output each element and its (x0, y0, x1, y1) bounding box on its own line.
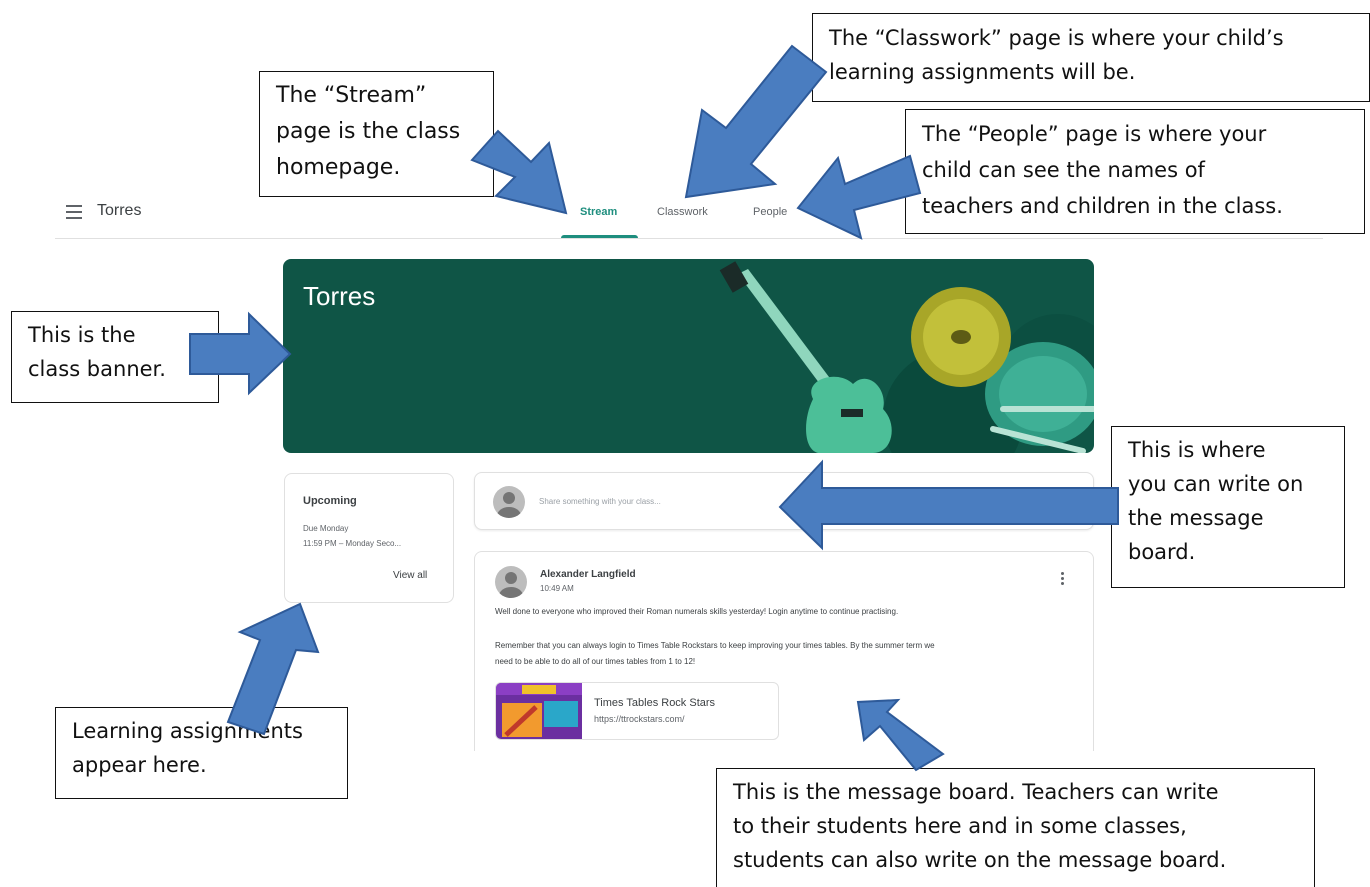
music-illustration (719, 261, 1094, 453)
tab-people[interactable]: People (753, 206, 787, 218)
banner-title: Torres (303, 281, 376, 311)
attachment-title: Times Tables Rock Stars (594, 697, 716, 709)
post-time: 10:49 AM (540, 584, 574, 593)
arrow-icon (684, 44, 828, 199)
attachment-thumbnail (496, 683, 582, 739)
post-author: Alexander Langfield (540, 569, 636, 580)
upcoming-assignment-link[interactable]: 11:59 PM – Monday Seco... (303, 539, 401, 548)
attachment-url: https://ttrockstars.com/ (594, 714, 685, 724)
avatar-icon (493, 486, 525, 518)
link-attachment[interactable]: Times Tables Rock Stars https://ttrockst… (495, 682, 779, 740)
callout-message-input: This is where you can write on the messa… (1111, 426, 1345, 588)
class-name[interactable]: Torres (97, 202, 141, 220)
menu-icon[interactable] (66, 205, 82, 219)
share-input[interactable]: Share something with your class... (539, 497, 661, 506)
stream-post: Alexander Langfield 10:49 AM Well done t… (474, 551, 1094, 751)
callout-people: The “People” page is where your child ca… (905, 109, 1365, 234)
post-text-line: Remember that you can always login to Ti… (495, 641, 935, 650)
callout-banner: This is the class banner. (11, 311, 219, 403)
arrow-icon (796, 154, 922, 240)
avatar-icon (495, 566, 527, 598)
upcoming-card: Upcoming Due Monday 11:59 PM – Monday Se… (284, 473, 454, 603)
more-vert-icon[interactable] (1061, 572, 1065, 586)
post-text-line: Well done to everyone who improved their… (495, 607, 899, 616)
class-banner: Torres (283, 259, 1094, 453)
share-box[interactable]: Share something with your class... (474, 472, 1094, 530)
post-text-line: need to be able to do all of our times t… (495, 657, 696, 666)
callout-stream: The “Stream” page is the class homepage. (259, 71, 494, 197)
tab-stream[interactable]: Stream (580, 206, 617, 218)
topbar-divider (55, 238, 1323, 239)
tab-classwork[interactable]: Classwork (657, 206, 708, 218)
view-all-link[interactable]: View all (393, 570, 427, 581)
upcoming-title: Upcoming (303, 495, 357, 507)
callout-assignments: Learning assignments appear here. (55, 707, 348, 799)
callout-message-board: This is the message board. Teachers can … (716, 768, 1315, 887)
upcoming-due-label: Due Monday (303, 524, 349, 533)
callout-classwork: The “Classwork” page is where your child… (812, 13, 1370, 102)
